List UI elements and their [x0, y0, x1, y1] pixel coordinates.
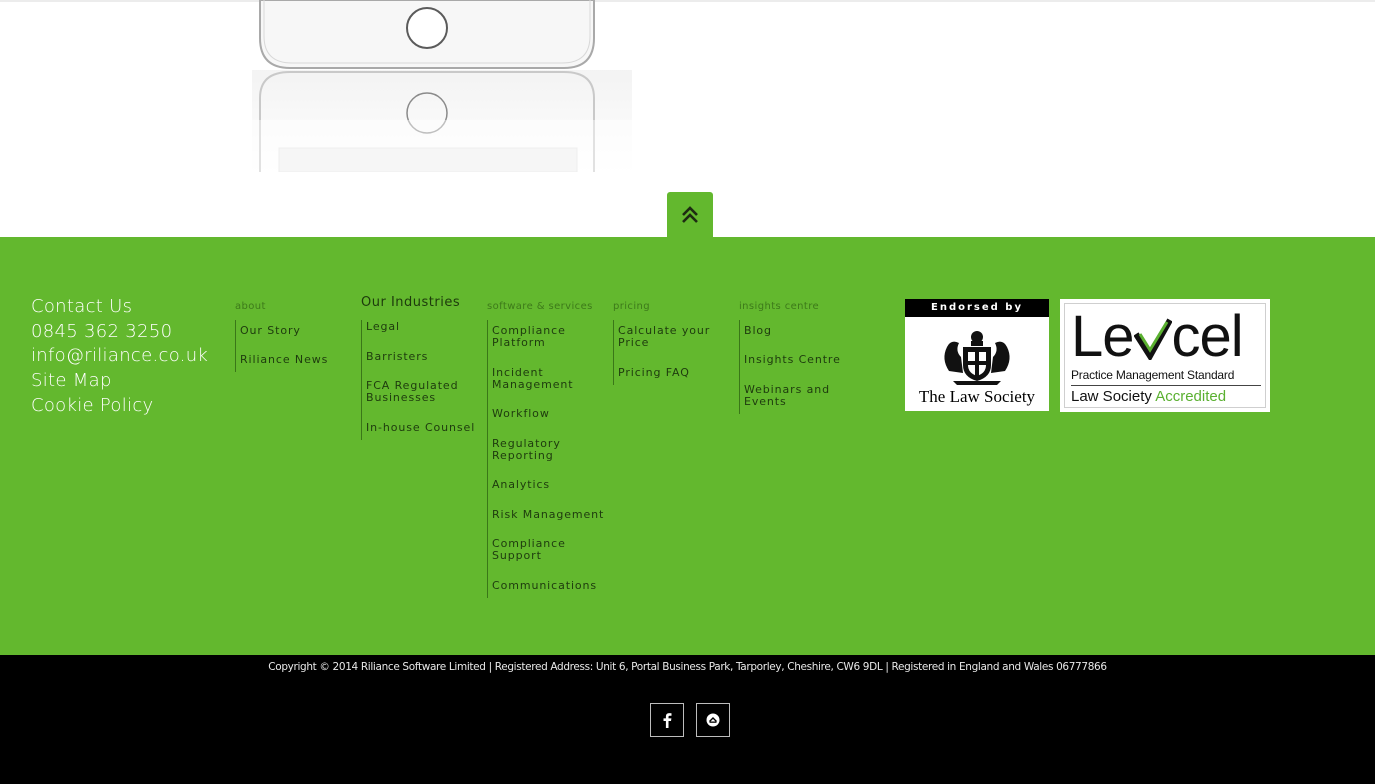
top-divider — [0, 0, 1375, 2]
link-calculate-price[interactable]: Calculate your Price — [618, 325, 718, 349]
pricing-list: Calculate your Price Pricing FAQ — [613, 320, 733, 385]
industries-column: Our Industries Legal Barristers FCA Regu… — [361, 296, 483, 440]
link-riliance-news[interactable]: Riliance News — [240, 354, 355, 366]
email-link[interactable]: info@riliance.co.uk — [31, 344, 208, 369]
link-pricing-faq[interactable]: Pricing FAQ — [618, 367, 733, 379]
insights-column: insights centre Blog Insights Centre Web… — [739, 300, 859, 414]
law-society-badge[interactable]: Endorsed by The Law Society — [905, 299, 1049, 411]
cookie-policy-link[interactable]: Cookie Policy — [31, 394, 208, 419]
phone-image — [252, 0, 632, 173]
contact-block: Contact Us 0845 362 3250 info@riliance.c… — [31, 295, 208, 419]
lexcel-law-society: Law Society — [1071, 388, 1152, 405]
lexcel-accredited: Accredited — [1155, 388, 1227, 405]
link-compliance-support[interactable]: Compliance Support — [492, 538, 582, 562]
link-compliance-platform[interactable]: Compliance Platform — [492, 325, 582, 349]
lexcel-badge[interactable]: Le cel Practice Management Standard Law S… — [1060, 299, 1270, 412]
link-workflow[interactable]: Workflow — [492, 408, 609, 420]
about-list: Our Story Riliance News — [235, 320, 355, 372]
law-society-name: The Law Society — [918, 387, 1036, 406]
software-column: software & services Compliance Platform … — [487, 300, 609, 598]
about-column: about Our Story Riliance News — [235, 300, 355, 372]
link-communications[interactable]: Communications — [492, 580, 609, 592]
link-barristers[interactable]: Barristers — [366, 351, 483, 363]
link-fca-regulated[interactable]: FCA Regulated Businesses — [366, 380, 466, 404]
link-analytics[interactable]: Analytics — [492, 479, 609, 491]
scroll-to-top-button[interactable] — [667, 192, 713, 238]
insights-list: Blog Insights Centre Webinars and Events — [739, 320, 859, 414]
pricing-heading[interactable]: pricing — [613, 300, 733, 314]
lexcel-check-icon — [1132, 318, 1173, 362]
email-button[interactable] — [696, 703, 730, 737]
insights-heading[interactable]: insights centre — [739, 300, 859, 314]
copyright-text: Copyright © 2014 Riliance Software Limit… — [268, 661, 1107, 673]
link-our-story[interactable]: Our Story — [240, 325, 355, 337]
link-incident-management[interactable]: Incident Management — [492, 367, 582, 391]
contact-us-link[interactable]: Contact Us — [31, 295, 208, 320]
software-heading[interactable]: software & services — [487, 300, 609, 314]
lexcel-logo: Le cel — [1071, 304, 1244, 370]
link-legal[interactable]: Legal — [366, 321, 483, 333]
double-chevron-up-icon — [682, 206, 698, 223]
lexcel-word-a: Le — [1071, 304, 1135, 369]
link-insights-centre[interactable]: Insights Centre — [744, 354, 859, 366]
about-heading[interactable]: about — [235, 300, 355, 314]
lexcel-word-b: cel — [1171, 304, 1244, 369]
facebook-button[interactable] — [650, 703, 684, 737]
law-society-crest-icon — [944, 331, 1010, 385]
lexcel-divider — [1071, 385, 1261, 386]
phone-link[interactable]: 0845 362 3250 — [31, 320, 208, 345]
link-regulatory-reporting[interactable]: Regulatory Reporting — [492, 438, 582, 462]
pricing-column: pricing Calculate your Price Pricing FAQ — [613, 300, 733, 385]
facebook-icon — [663, 713, 672, 728]
link-webinars-events[interactable]: Webinars and Events — [744, 384, 840, 408]
software-list: Compliance Platform Incident Management … — [487, 320, 609, 598]
lexcel-frame: Le cel Practice Management Standard Law S… — [1064, 303, 1266, 408]
lexcel-accreditation: Law Society Accredited — [1071, 388, 1226, 405]
industries-heading[interactable]: Our Industries — [361, 296, 483, 314]
lexcel-subtitle: Practice Management Standard — [1071, 368, 1235, 382]
link-risk-management[interactable]: Risk Management — [492, 509, 609, 521]
link-in-house-counsel[interactable]: In-house Counsel — [366, 422, 483, 434]
content-area — [0, 0, 1375, 238]
footer-links-section: Contact Us 0845 362 3250 info@riliance.c… — [0, 237, 1375, 655]
endorsed-by-label: Endorsed by — [905, 299, 1049, 317]
link-blog[interactable]: Blog — [744, 325, 859, 337]
site-map-link[interactable]: Site Map — [31, 369, 208, 394]
footer-bottom: Copyright © 2014 Riliance Software Limit… — [0, 655, 1375, 784]
industries-list: Legal Barristers FCA Regulated Businesse… — [361, 320, 483, 440]
email-icon — [706, 713, 720, 727]
